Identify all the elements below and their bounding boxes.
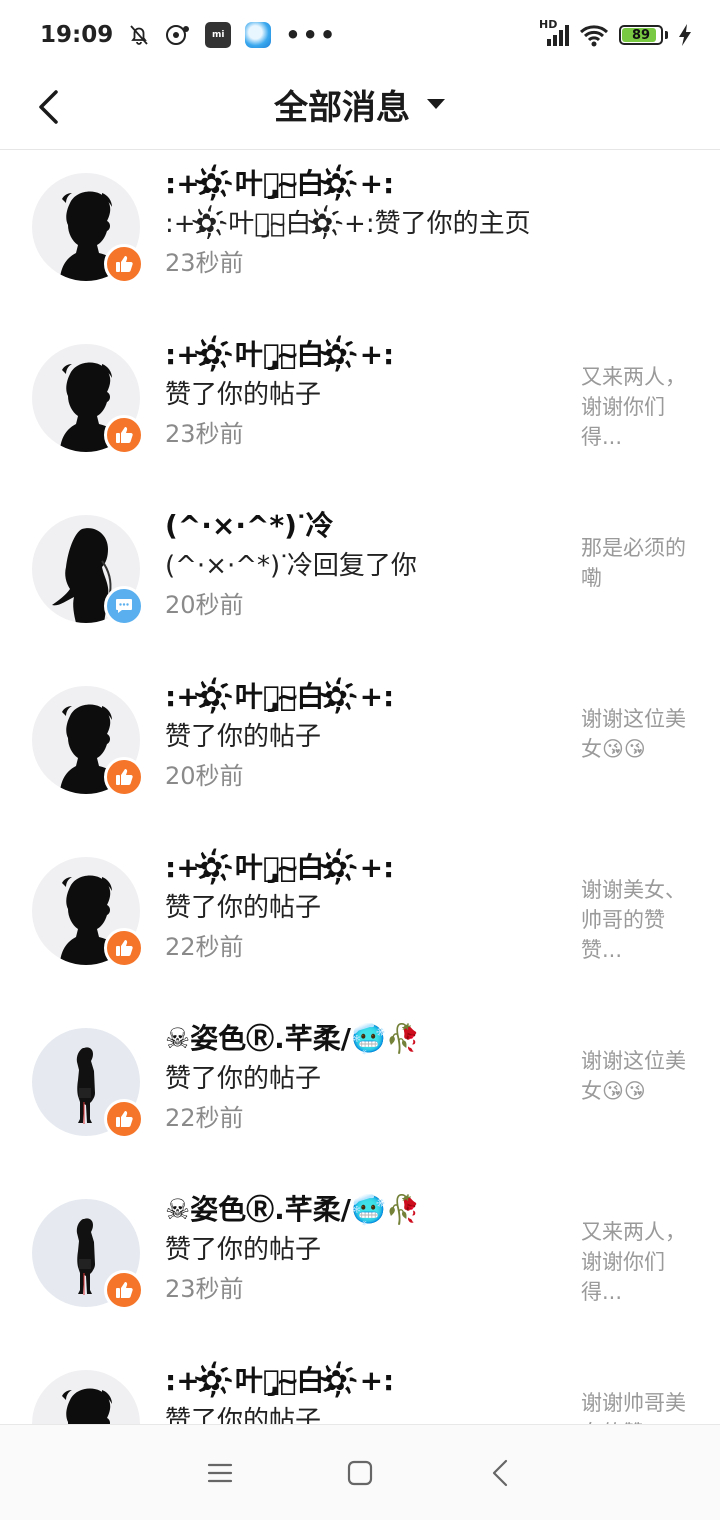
notification-time: 23秒前 <box>165 249 244 277</box>
notification-time: 23秒前 <box>165 1275 244 1303</box>
post-preview[interactable]: 又来两人，谢谢你们得... <box>581 1217 689 1307</box>
notification-action: 赞了你的帖子 <box>165 1064 322 1094</box>
like-badge <box>104 244 144 284</box>
square-home-icon <box>347 1460 373 1485</box>
system-back-button[interactable] <box>470 1443 530 1503</box>
user-name[interactable]: :+✿҉叶ᅮ̡ᅮ̴白✿҉+: <box>165 677 565 717</box>
notification-texts: :+✿҉叶ᅮ̡ᅮ̴白✿҉+: 赞了你的帖子 23秒前 <box>165 335 565 453</box>
bell-muted-icon <box>127 23 151 47</box>
notification-item[interactable]: :+✿҉叶ᅮ̡ᅮ̴白✿҉+: 赞了你的帖子 谢谢帅哥美女的赞 <box>0 1347 720 1424</box>
notification-action: :+✿҉叶ᅮ̡ᅮ̴白✿҉+:赞了你的主页 <box>165 209 531 239</box>
clock: 19:09 <box>40 22 114 48</box>
status-left: 19:09 mi ••• <box>40 21 337 49</box>
like-badge <box>104 1270 144 1310</box>
notification-item[interactable]: :+✿҉叶ᅮ̡ᅮ̴白✿҉+: :+✿҉叶ᅮ̡ᅮ̴白✿҉+:赞了你的主页 23秒前 <box>0 150 720 321</box>
thumbs-up-icon <box>116 256 133 272</box>
status-right: HD 89 <box>539 19 692 47</box>
post-preview[interactable]: 谢谢美女、帅哥的赞赞... <box>581 875 689 965</box>
thumbs-up-icon <box>116 940 133 956</box>
thumbs-up-icon <box>116 769 133 785</box>
notification-action: (^·×·^*)ᐝ冷回复了你 <box>165 551 417 581</box>
notification-action: 赞了你的帖子 <box>165 893 322 923</box>
like-badge <box>104 415 144 455</box>
user-name[interactable]: :+✿҉叶ᅮ̡ᅮ̴白✿҉+: <box>165 848 565 888</box>
user-name[interactable]: :+✿҉叶ᅮ̡ᅮ̴白✿҉+: <box>165 335 565 375</box>
notification-item[interactable]: ☠姿色Ⓡ.芊柔/🥶🥀 赞了你的帖子 22秒前 谢谢这位美女😘😘 <box>0 1005 720 1176</box>
network-label: HD <box>539 18 558 31</box>
post-preview[interactable]: 那是必须的嘞 <box>581 533 689 593</box>
notification-item[interactable]: ☠姿色Ⓡ.芊柔/🥶🥀 赞了你的帖子 23秒前 又来两人，谢谢你们得... <box>0 1176 720 1347</box>
battery-indicator: 89 <box>619 25 663 45</box>
thumbs-up-icon <box>116 427 133 443</box>
notification-list[interactable]: :+✿҉叶ᅮ̡ᅮ̴白✿҉+: :+✿҉叶ᅮ̡ᅮ̴白✿҉+:赞了你的主页 23秒前… <box>0 150 720 1424</box>
notification-texts: :+✿҉叶ᅮ̡ᅮ̴白✿҉+: :+✿҉叶ᅮ̡ᅮ̴白✿҉+:赞了你的主页 23秒前 <box>165 164 685 282</box>
notification-texts: ☠姿色Ⓡ.芊柔/🥶🥀 赞了你的帖子 22秒前 <box>165 1019 565 1137</box>
wifi-icon <box>579 23 609 47</box>
music-disc-icon <box>165 23 191 47</box>
notification-texts: :+✿҉叶ᅮ̡ᅮ̴白✿҉+: 赞了你的帖子 22秒前 <box>165 848 565 966</box>
charging-bolt-icon <box>678 24 692 46</box>
notification-item[interactable]: :+✿҉叶ᅮ̡ᅮ̴白✿҉+: 赞了你的帖子 22秒前 谢谢美女、帅哥的赞赞... <box>0 834 720 1005</box>
user-name[interactable]: :+✿҉叶ᅮ̡ᅮ̴白✿҉+: <box>165 1361 565 1401</box>
notification-action: 赞了你的帖子 <box>165 722 322 752</box>
thumbs-up-icon <box>116 1111 133 1127</box>
notification-texts: (^·×·^*)ᐝ冷 (^·×·^*)ᐝ冷回复了你 20秒前 <box>165 506 565 624</box>
top-app-bar: 全部消息 <box>0 70 720 150</box>
system-navigation-bar <box>0 1424 720 1520</box>
notification-item[interactable]: (^·×·^*)ᐝ冷 (^·×·^*)ᐝ冷回复了你 20秒前 那是必须的嘞 <box>0 492 720 663</box>
notification-texts: ☠姿色Ⓡ.芊柔/🥶🥀 赞了你的帖子 23秒前 <box>165 1190 565 1308</box>
notification-item[interactable]: :+✿҉叶ᅮ̡ᅮ̴白✿҉+: 赞了你的帖子 20秒前 谢谢这位美女😘😘 <box>0 663 720 834</box>
cellular-signal-icon: HD <box>539 19 569 47</box>
mi-app-icon: mi <box>205 22 232 48</box>
notification-time: 22秒前 <box>165 933 244 961</box>
like-badge <box>104 928 144 968</box>
comment-badge <box>104 586 144 626</box>
battery-tip <box>665 31 668 39</box>
notification-time: 23秒前 <box>165 420 244 448</box>
notification-time: 22秒前 <box>165 1104 244 1132</box>
thumbs-up-icon <box>116 1282 133 1298</box>
chat-bubble-icon <box>116 599 132 613</box>
user-name[interactable]: (^·×·^*)ᐝ冷 <box>165 506 565 546</box>
page-title: 全部消息 <box>274 87 410 128</box>
post-preview[interactable]: 谢谢这位美女😘😘 <box>581 704 689 764</box>
notification-texts: :+✿҉叶ᅮ̡ᅮ̴白✿҉+: 赞了你的帖子 <box>165 1361 565 1424</box>
user-name[interactable]: :+✿҉叶ᅮ̡ᅮ̴白✿҉+: <box>165 164 685 204</box>
notification-time: 20秒前 <box>165 591 244 619</box>
user-name[interactable]: ☠姿色Ⓡ.芊柔/🥶🥀 <box>165 1190 565 1230</box>
message-filter-dropdown[interactable]: 全部消息 <box>0 70 720 138</box>
post-preview[interactable]: 谢谢帅哥美女的赞 <box>581 1388 689 1424</box>
notification-action: 赞了你的帖子 <box>165 380 322 410</box>
notification-action: 赞了你的帖子 <box>165 1406 322 1424</box>
like-badge <box>104 757 144 797</box>
status-bar: 19:09 mi ••• HD 89 <box>0 0 720 70</box>
chevron-left-icon <box>492 1459 508 1486</box>
menu-lines-icon <box>207 1463 233 1482</box>
browser-app-icon <box>245 22 272 48</box>
home-button[interactable] <box>330 1443 390 1503</box>
notification-time: 20秒前 <box>165 762 244 790</box>
boy-silhouette-image <box>62 1388 112 1424</box>
more-notifications-icon: ••• <box>285 21 338 49</box>
notification-item[interactable]: :+✿҉叶ᅮ̡ᅮ̴白✿҉+: 赞了你的帖子 23秒前 又来两人，谢谢你们得... <box>0 321 720 492</box>
avatar[interactable] <box>32 1370 140 1424</box>
caret-down-icon <box>427 99 445 109</box>
user-name[interactable]: ☠姿色Ⓡ.芊柔/🥶🥀 <box>165 1019 565 1059</box>
post-preview[interactable]: 又来两人，谢谢你们得... <box>581 362 689 452</box>
post-preview[interactable]: 谢谢这位美女😘😘 <box>581 1046 689 1106</box>
notification-action: 赞了你的帖子 <box>165 1235 322 1265</box>
like-badge <box>104 1099 144 1139</box>
battery-level: 89 <box>631 27 651 43</box>
recent-apps-button[interactable] <box>190 1443 250 1503</box>
notification-texts: :+✿҉叶ᅮ̡ᅮ̴白✿҉+: 赞了你的帖子 20秒前 <box>165 677 565 795</box>
